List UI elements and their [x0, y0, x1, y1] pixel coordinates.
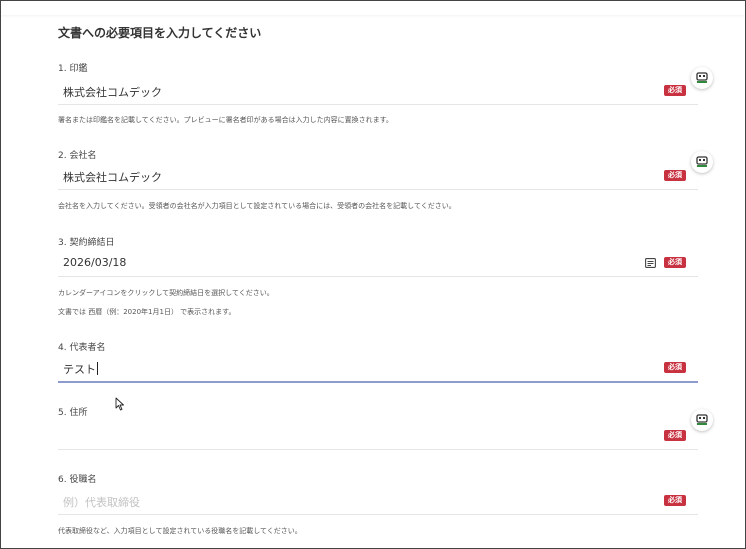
input-value: 株式会社コムデック — [63, 171, 162, 184]
help-text: 会社名を入力してください。受領者の会社名が入力項目として設定されている場合には、… — [58, 202, 456, 210]
stamp-icon — [696, 414, 708, 425]
required-badge: 必須 — [664, 362, 686, 373]
company-name-input[interactable]: 株式会社コムデック 必須 — [58, 163, 698, 190]
help-text: 代表取締役など、入力項目として設定されている役職名を記載してください。 — [58, 527, 302, 535]
section-title: 文書への必要項目を入力してください — [58, 26, 262, 40]
required-badge: 必須 — [664, 430, 686, 441]
required-badge: 必須 — [664, 85, 686, 96]
stamp-button[interactable] — [691, 67, 713, 89]
mouse-cursor-icon — [115, 397, 124, 411]
input-value: テスト — [63, 362, 98, 376]
field-contract-date: 3. 契約締結日 2026/03/18 必須 カレンダーアイコンをクリックして契… — [58, 235, 698, 325]
field-label: 6. 役職名 — [58, 475, 97, 485]
help-text: 署名または印鑑名を記載してください。プレビューに署名者印がある場合は入力した内容… — [58, 116, 393, 124]
document-input-panel: 文書への必要項目を入力してください 1. 印鑑 株式会社コムデック 必須 署名ま… — [0, 0, 746, 549]
text-caret — [97, 362, 98, 375]
contract-date-input[interactable]: 2026/03/18 必須 — [58, 250, 698, 277]
field-label: 1. 印鑑 — [58, 64, 88, 74]
required-badge: 必須 — [664, 495, 686, 506]
required-badge: 必須 — [664, 257, 686, 268]
field-label: 4. 代表者名 — [58, 343, 106, 353]
seal-input[interactable]: 株式会社コムデック 必須 — [58, 78, 698, 105]
input-placeholder: 例）代表取締役 — [63, 496, 140, 509]
address-input[interactable]: 必須 — [58, 423, 698, 450]
stamp-button[interactable] — [691, 409, 713, 431]
field-label: 2. 会社名 — [58, 151, 97, 161]
help-text: 文書では 西暦（例：2020年1月1日） で表示されます。 — [58, 308, 236, 316]
field-representative-name: 4. 代表者名 テスト 必須 — [58, 340, 698, 385]
job-title-input[interactable]: 例）代表取締役 必須 — [58, 488, 698, 515]
stamp-icon — [696, 72, 708, 83]
field-job-title: 6. 役職名 例）代表取締役 必須 代表取締役など、入力項目として設定されている… — [58, 472, 698, 542]
calendar-icon[interactable] — [645, 258, 656, 268]
input-value: 2026/03/18 — [63, 256, 127, 269]
field-address: 5. 住所 必須 — [58, 405, 698, 450]
field-seal: 1. 印鑑 株式会社コムデック 必須 署名または印鑑名を記載してください。プレビ… — [58, 61, 698, 131]
field-company-name: 2. 会社名 株式会社コムデック 必須 会社名を入力してください。受領者の会社名… — [58, 148, 698, 218]
help-text: カレンダーアイコンをクリックして契約締結日を選択してください。 — [58, 289, 274, 297]
stamp-button[interactable] — [691, 151, 713, 173]
field-label: 3. 契約締結日 — [58, 238, 115, 248]
stamp-icon — [696, 156, 708, 167]
required-badge: 必須 — [664, 170, 686, 181]
input-value: 株式会社コムデック — [63, 86, 162, 99]
representative-name-input[interactable]: テスト 必須 — [58, 355, 698, 383]
top-bar — [1, 1, 745, 15]
field-label: 5. 住所 — [58, 408, 88, 418]
